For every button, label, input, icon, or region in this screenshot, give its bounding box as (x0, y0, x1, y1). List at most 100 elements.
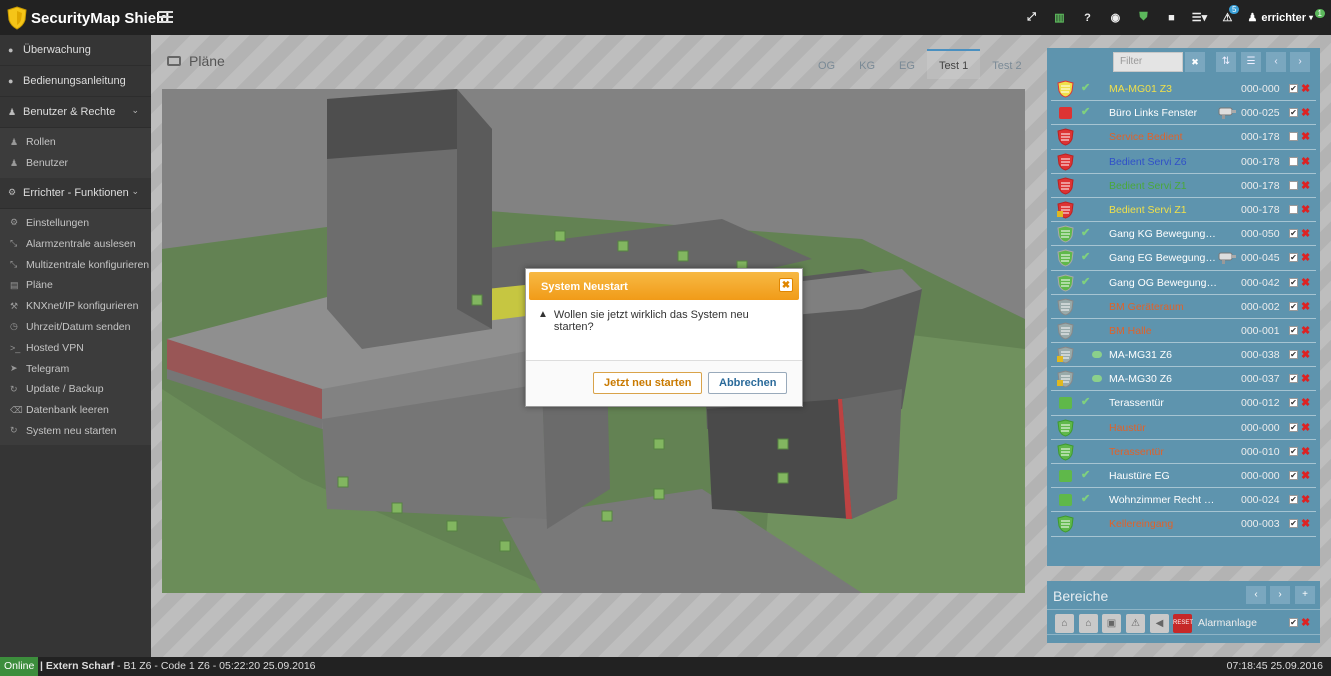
bereiche-next-button[interactable]: › (1270, 586, 1290, 604)
list-menu-icon[interactable]: ☰▾ (1185, 11, 1213, 24)
zone-row[interactable]: ✔Gang EG Bewegungsmelder000-045✔✖ (1051, 246, 1316, 271)
zone-checkbox[interactable]: ✔ (1289, 374, 1298, 384)
zone-remove-icon[interactable]: ✖ (1301, 276, 1310, 289)
zone-row[interactable]: MA-MG31 Z6 000-038 ✔ ✖ (1051, 343, 1316, 368)
prev-page-button[interactable]: ‹ (1266, 52, 1286, 72)
user-menu[interactable]: ♟ errichter ▾ 1 (1241, 9, 1331, 24)
zone-checkbox[interactable]: ✔ (1289, 422, 1298, 432)
tab-kg[interactable]: KG (847, 49, 887, 79)
zone-remove-icon[interactable]: ✖ (1301, 82, 1310, 95)
restart-confirm-button[interactable]: Jetzt neu starten (593, 372, 703, 394)
zone-remove-icon[interactable]: ✖ (1301, 203, 1310, 216)
zone-checkbox[interactable] (1289, 132, 1298, 142)
zone-row[interactable]: ✔Gang KG Bewegungsmelder000-050✔✖ (1051, 222, 1316, 247)
sidebar-item-pläne[interactable]: ▤ Pläne (0, 274, 151, 296)
zone-row[interactable]: Bedient Servi Z1 000-178 ✖ (1051, 174, 1316, 198)
cancel-button[interactable]: Abbrechen (708, 372, 788, 394)
zone-row[interactable]: ✔ Haustüre EG 000-000 ✔ ✖ (1051, 464, 1316, 489)
sidebar-item-errichter-funktionen[interactable]: ⚙ Errichter - Funktionen ⌄ (0, 178, 151, 209)
tab-og[interactable]: OG (806, 49, 847, 79)
zone-checkbox[interactable]: ✔ (1289, 325, 1298, 335)
zone-remove-icon[interactable]: ✖ (1301, 421, 1310, 434)
zone-remove-icon[interactable]: ✖ (1301, 227, 1310, 240)
sidebar-item-bedienungsanleitung[interactable]: ● Bedienungsanleitung (0, 66, 151, 97)
zone-remove-icon[interactable]: ✖ (1301, 348, 1310, 361)
zone-remove-icon[interactable]: ✖ (1301, 372, 1310, 385)
fullscreen-icon[interactable]: ⤢ (1017, 11, 1045, 24)
bereich-remove-icon[interactable]: ✖ (1301, 616, 1310, 629)
sidebar-item-knxnet-ip-konfigurieren[interactable]: ⚒ KNXnet/IP konfigurieren (0, 295, 151, 317)
sidebar-item-benutzer-rechte[interactable]: ♟ Benutzer & Rechte ⌄ (0, 97, 151, 128)
zone-row[interactable]: ✔ MA-MG01 Z3 000-000 ✔ ✖ (1051, 77, 1316, 102)
help-icon[interactable]: ? (1073, 12, 1101, 24)
zone-remove-icon[interactable]: ✖ (1301, 517, 1310, 530)
zone-checkbox[interactable] (1289, 156, 1298, 166)
filter-input[interactable]: Filter (1113, 52, 1183, 72)
next-page-button[interactable]: › (1290, 52, 1310, 72)
sidebar-item-uhrzeit-datum-senden[interactable]: ◷ Uhrzeit/Datum senden (0, 316, 151, 338)
alert-icon[interactable]: ⚠ 5 (1213, 5, 1241, 24)
lock-icon[interactable]: ▣ (1102, 614, 1121, 633)
camera-icon[interactable] (1217, 105, 1237, 120)
zone-remove-icon[interactable]: ✖ (1301, 324, 1310, 337)
zone-remove-icon[interactable]: ✖ (1301, 445, 1310, 458)
zone-row[interactable]: Service Bedient 000-178 ✖ (1051, 125, 1316, 150)
sort-button[interactable]: ⇅ (1216, 52, 1236, 72)
columns-icon[interactable]: ▥ (1045, 11, 1073, 24)
zone-row[interactable]: Bedient Servi Z1 000-178 ✖ (1051, 198, 1316, 223)
sidebar-item-ueberwachung[interactable]: ● Überwachung (0, 35, 151, 66)
sidebar-item-multizentrale-konfigurieren[interactable]: ⤡ Multizentrale konfigurieren (0, 254, 151, 275)
camera-icon[interactable] (1217, 250, 1237, 265)
sidebar-item-datenbank-leeren[interactable]: ⌫ Datenbank leeren (0, 399, 151, 421)
zone-checkbox[interactable] (1289, 204, 1298, 214)
home-icon[interactable]: ⌂ (1055, 614, 1074, 633)
close-icon[interactable]: ✖ (779, 278, 793, 292)
bereiche-add-button[interactable]: + (1295, 586, 1315, 604)
sidebar-item-system-neu-starten[interactable]: ↻ System neu starten (0, 420, 151, 442)
sidebar-item-rollen[interactable]: ♟ Rollen (0, 132, 151, 153)
zone-row[interactable]: ✔ Büro Links Fenster 000-025 ✔ ✖ (1051, 101, 1316, 126)
zone-checkbox[interactable]: ✔ (1289, 277, 1298, 287)
zone-checkbox[interactable]: ✔ (1289, 495, 1298, 505)
sidebar-item-update-backup[interactable]: ↻ Update / Backup (0, 378, 151, 400)
zone-row[interactable]: Haustür 000-000 ✔ ✖ (1051, 416, 1316, 440)
warning-icon[interactable]: ⚠ (1126, 614, 1145, 633)
zone-remove-icon[interactable]: ✖ (1301, 251, 1310, 264)
zone-row[interactable]: Terassentür 000-010 ✔ ✖ (1051, 440, 1316, 464)
zone-checkbox[interactable]: ✔ (1289, 108, 1298, 118)
sidebar-item-hosted-vpn[interactable]: >_ Hosted VPN (0, 337, 151, 359)
zone-checkbox[interactable]: ✔ (1289, 519, 1298, 529)
zone-remove-icon[interactable]: ✖ (1301, 155, 1310, 168)
zone-row[interactable]: MA-MG30 Z6 000-037 ✔ ✖ (1051, 367, 1316, 392)
zone-row[interactable]: Bedient Servi Z6 000-178 ✖ (1051, 150, 1316, 174)
sidebar-item-telegram[interactable]: ➤ Telegram (0, 358, 151, 379)
filter-clear-button[interactable]: ✖ (1185, 52, 1205, 72)
zone-checkbox[interactable]: ✔ (1289, 471, 1298, 480)
zone-row[interactable]: ✔ Terassentür 000-012 ✔ ✖ (1051, 391, 1316, 416)
zone-checkbox[interactable] (1289, 180, 1298, 190)
home-partial-icon[interactable]: ⌂ (1079, 614, 1098, 633)
sidebar-item-benutzer[interactable]: ♟ Benutzer (0, 152, 151, 174)
tab-test-2[interactable]: Test 2 (980, 49, 1033, 79)
zone-remove-icon[interactable]: ✖ (1301, 300, 1310, 313)
zone-remove-icon[interactable]: ✖ (1301, 493, 1310, 506)
camera-icon[interactable]: ■ (1157, 12, 1185, 24)
bereich-checkbox[interactable]: ✔ (1289, 618, 1298, 627)
tab-eg[interactable]: EG (887, 49, 927, 79)
zone-checkbox[interactable]: ✔ (1289, 229, 1298, 239)
zone-remove-icon[interactable]: ✖ (1301, 106, 1310, 119)
sidebar-item-einstellungen[interactable]: ⚙ Einstellungen (0, 212, 151, 234)
zone-checkbox[interactable]: ✔ (1289, 446, 1298, 456)
zone-remove-icon[interactable]: ✖ (1301, 469, 1310, 482)
zone-row[interactable]: ✔Wohnzimmer Recht Fenster000-024✔✖ (1051, 488, 1316, 513)
zone-checkbox[interactable]: ✔ (1289, 398, 1298, 408)
eye-icon[interactable]: ◉ (1101, 11, 1129, 24)
menu-toggle-icon[interactable] (158, 11, 173, 23)
reset-icon[interactable]: RESET (1173, 614, 1193, 633)
tab-test-1[interactable]: Test 1 (926, 49, 981, 79)
zone-checkbox[interactable]: ✔ (1289, 84, 1298, 93)
list-view-button[interactable]: ☰ (1241, 52, 1261, 72)
zone-checkbox[interactable]: ✔ (1289, 301, 1298, 311)
bereiche-prev-button[interactable]: ‹ (1246, 586, 1266, 604)
zone-row[interactable]: BM Halle 000-001 ✔ ✖ (1051, 319, 1316, 344)
